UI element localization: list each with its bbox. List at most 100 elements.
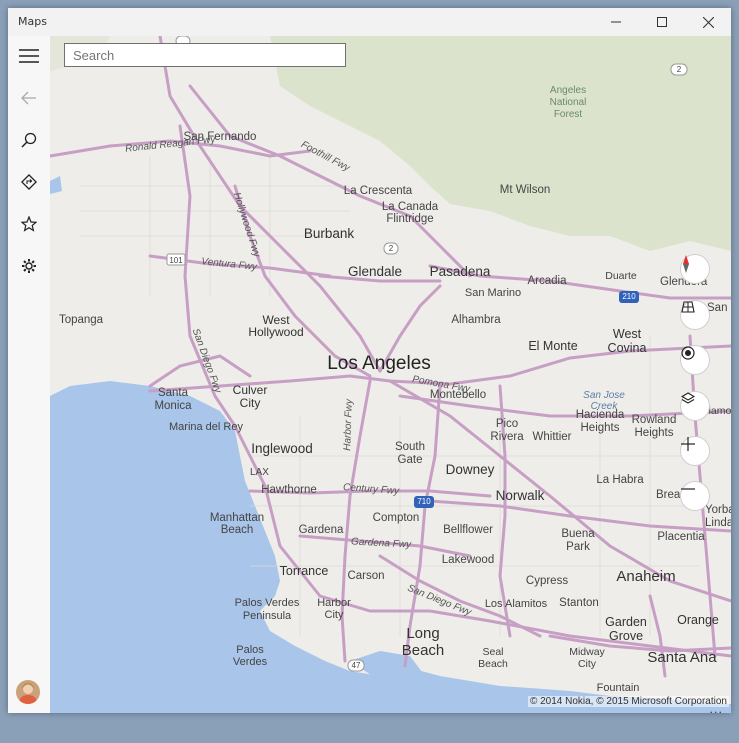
city-label: Fountain xyxy=(596,682,640,694)
city-label: Stanton xyxy=(559,597,599,609)
city-label: Hollywood xyxy=(248,325,304,339)
city-label: Heights xyxy=(634,427,674,439)
minus-icon xyxy=(681,488,695,490)
shield-label: 47 xyxy=(351,661,361,670)
maps-window: Maps 101 2 2 210 710 47 Angeles National… xyxy=(8,8,731,713)
airport-label: LAX xyxy=(250,467,269,478)
copyright-text: © 2014 Nokia, © 2015 Microsoft Corporati… xyxy=(527,696,729,707)
city-label: Brea xyxy=(656,489,681,501)
user-photo xyxy=(16,680,40,704)
city-label: La Habra xyxy=(596,474,644,486)
city-label: Los Alamitos xyxy=(484,598,548,610)
city-label: Bellflower xyxy=(443,524,493,536)
menu-button[interactable] xyxy=(8,36,50,76)
city-label: Rowland xyxy=(631,414,677,426)
compass-icon xyxy=(683,255,689,273)
water-label: San Jose xyxy=(583,390,625,401)
city-label: Buena xyxy=(561,528,595,540)
city-label: Compton xyxy=(372,512,420,524)
city-label: Beach xyxy=(401,642,445,659)
minimize-button[interactable] xyxy=(593,8,639,36)
shield-label: 101 xyxy=(169,256,183,265)
layers-button[interactable] xyxy=(680,391,710,421)
city-label: Linda xyxy=(705,517,731,529)
settings-button[interactable] xyxy=(8,246,50,286)
city-label: La Crescenta xyxy=(343,185,413,197)
city-label: Inglewood xyxy=(251,441,313,456)
directions-icon xyxy=(21,174,37,190)
city-label: Verdes xyxy=(232,656,268,668)
gear-icon xyxy=(22,259,36,273)
plus-icon xyxy=(681,437,695,451)
shield-label: 210 xyxy=(622,292,636,301)
search-icon xyxy=(21,132,37,148)
city-label: Monica xyxy=(154,400,192,412)
city-label: Culver xyxy=(232,383,268,397)
maximize-button[interactable] xyxy=(639,8,685,36)
city-label: Covina xyxy=(607,341,647,355)
avatar[interactable] xyxy=(16,680,40,704)
city-label: Pasadena xyxy=(429,264,491,279)
city-label: Carson xyxy=(347,570,385,582)
directions-button[interactable] xyxy=(8,162,50,202)
forest-area xyxy=(270,36,731,251)
search-button[interactable] xyxy=(8,120,50,160)
compass-button[interactable] xyxy=(680,254,710,284)
zoom-in-button[interactable] xyxy=(680,436,710,466)
city-label: Gardena xyxy=(298,524,344,536)
close-button[interactable] xyxy=(685,8,731,36)
city-label: Torrance xyxy=(279,564,329,578)
zoom-out-button[interactable] xyxy=(680,481,710,511)
city-label: City xyxy=(577,658,597,670)
city-label: Long xyxy=(406,625,440,642)
city-label: Duarte xyxy=(605,270,637,282)
close-icon xyxy=(702,16,714,28)
streetside-button[interactable] xyxy=(680,300,710,330)
more-options[interactable]: ... xyxy=(710,703,724,713)
city-label: Cypress xyxy=(525,575,569,587)
maximize-icon xyxy=(657,17,667,27)
fwy-710 xyxy=(403,384,442,668)
city-label: Yorba xyxy=(705,504,731,516)
city-label: Pico xyxy=(495,418,519,430)
city-label: Palos xyxy=(236,644,264,656)
city-label: Topanga xyxy=(58,314,104,326)
city-label: La Canada xyxy=(381,201,439,213)
forest-label: Forest xyxy=(553,109,583,120)
city-label: West xyxy=(612,327,642,341)
city-label: Placentia xyxy=(657,531,705,543)
city-label: San Marino xyxy=(464,287,522,299)
favorites-button[interactable] xyxy=(8,204,50,244)
location-icon xyxy=(681,346,695,360)
city-label: City xyxy=(239,396,261,410)
city-label: Norwalk xyxy=(495,488,545,503)
map-canvas[interactable]: 101 2 2 210 710 47 Angeles National Fore… xyxy=(50,36,731,713)
city-label: Arcadia xyxy=(527,275,567,287)
city-label: San Di xyxy=(707,302,731,314)
fwy-san-diego-south xyxy=(378,554,542,638)
city-label: Glendale xyxy=(347,264,403,279)
city-label: Flintridge xyxy=(386,213,434,225)
search-input[interactable] xyxy=(64,43,346,67)
back-button[interactable] xyxy=(8,78,50,118)
shield-label: 2 xyxy=(676,65,682,74)
city-label: City xyxy=(324,609,344,621)
minimize-icon xyxy=(611,21,621,23)
star-icon xyxy=(21,216,37,232)
road-label: Harbor Fwy xyxy=(342,398,355,452)
my-location-button[interactable] xyxy=(680,345,710,375)
water-label: Creek xyxy=(590,401,618,412)
lake xyxy=(50,176,62,194)
fwy-hollywood xyxy=(233,184,372,378)
layers-icon xyxy=(681,392,695,404)
forest-label: National xyxy=(549,97,587,108)
streetside-icon xyxy=(681,301,695,313)
city-label: Harbor xyxy=(317,597,351,609)
city-label: Downey xyxy=(445,462,495,477)
hamburger-icon xyxy=(19,49,39,63)
city-label: Orange xyxy=(677,613,719,627)
city-label: Midway xyxy=(569,646,605,658)
shield-label: 710 xyxy=(417,497,431,506)
city-label: Beach xyxy=(478,658,508,670)
city-label: Gate xyxy=(397,454,423,466)
